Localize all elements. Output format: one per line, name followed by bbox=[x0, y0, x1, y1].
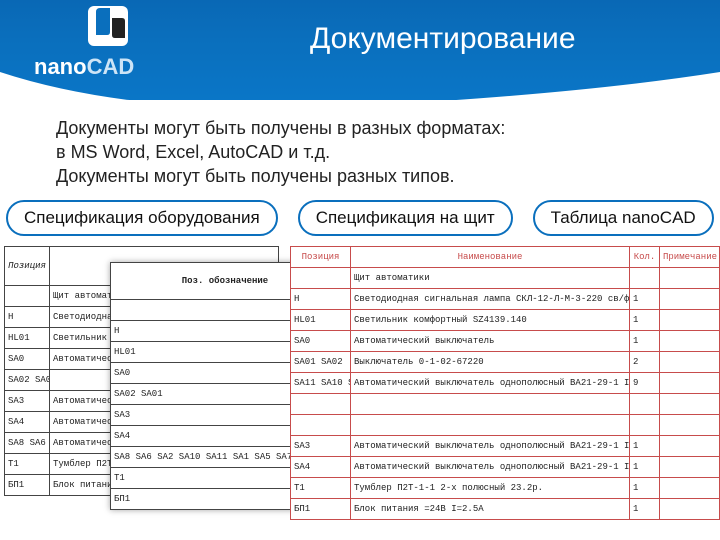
page-title: Документирование bbox=[310, 22, 576, 56]
header-bar: nanoCAD Документирование bbox=[0, 0, 720, 100]
body-line3: Документы могут быть получены разных тип… bbox=[56, 164, 680, 188]
table-row: T1Тумблер П2Т-1-1 2-х полюсный 23.2р.1 bbox=[291, 478, 720, 499]
pill-row: Спецификация оборудования Спецификация н… bbox=[6, 200, 714, 236]
body-text: Документы могут быть получены в разных ф… bbox=[56, 116, 680, 188]
table-row: SA11 SA10 SA2 SA6 SA1 SA5 SA9 SA8 SA7Авт… bbox=[291, 373, 720, 394]
th-r-name: Наименование bbox=[351, 247, 630, 268]
body-line2: в MS Word, Excel, AutoCAD и т.д. bbox=[56, 140, 680, 164]
table-row: SA4Автоматический выключатель однополюсн… bbox=[291, 457, 720, 478]
table-row: SA01 SA02Выключатель 0-1-02-672202 bbox=[291, 352, 720, 373]
table-row: БП1Блок питания =24В I=2.5А1 bbox=[291, 499, 720, 520]
th-r-count: Кол. bbox=[630, 247, 660, 268]
table-row: SA3Автоматический выключатель однополюсн… bbox=[291, 436, 720, 457]
pill-spec-shield[interactable]: Спецификация на щит bbox=[298, 200, 513, 236]
table-row bbox=[291, 394, 720, 415]
table-row: HL01Светильник комфортный SZ4139.1401 bbox=[291, 310, 720, 331]
slide: nanoCAD Документирование Документы могут… bbox=[0, 0, 720, 540]
tables-area: Позиция Наименование и техн… Щит автомат… bbox=[4, 246, 718, 534]
th-r-pos: Позиция bbox=[291, 247, 351, 268]
table-row: SA0Автоматический выключатель1 bbox=[291, 331, 720, 352]
pill-spec-equipment[interactable]: Спецификация оборудования bbox=[6, 200, 278, 236]
header-curve bbox=[0, 72, 720, 118]
th-pos: Позиция bbox=[5, 247, 50, 286]
th-r-note: Примечание bbox=[660, 247, 720, 268]
table-row: Щит автоматики bbox=[291, 268, 720, 289]
table-row: HСветодиодная сигнальная лампа СКЛ-12-Л-… bbox=[291, 289, 720, 310]
pill-nanocad-table[interactable]: Таблица nanoCAD bbox=[533, 200, 714, 236]
table-row bbox=[291, 415, 720, 436]
table-right: Позиция Наименование Кол. Примечание Щит… bbox=[290, 246, 720, 520]
body-line1: Документы могут быть получены в разных ф… bbox=[56, 116, 680, 140]
